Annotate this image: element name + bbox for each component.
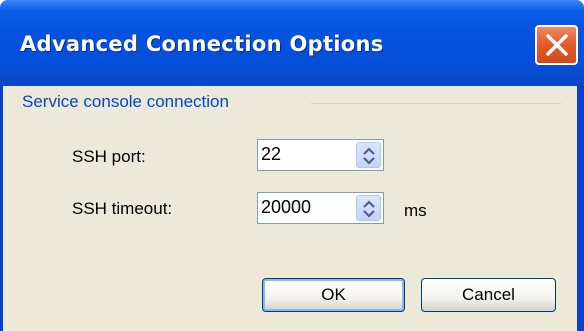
ssh-port-value[interactable]: 22 <box>261 144 281 165</box>
close-button[interactable] <box>535 25 578 65</box>
ssh-port-spin-button[interactable] <box>356 142 381 168</box>
ssh-timeout-stepper[interactable]: 20000 <box>257 192 384 224</box>
group-divider <box>311 103 561 104</box>
ssh-port-label: SSH port: <box>72 147 146 166</box>
close-x-icon <box>546 34 568 56</box>
ssh-port-stepper[interactable]: 22 <box>257 139 384 171</box>
cancel-button[interactable]: Cancel <box>421 278 556 312</box>
up-down-arrows-icon <box>363 147 375 165</box>
ssh-timeout-label: SSH timeout: <box>72 199 173 218</box>
dialog-title: Advanced Connection Options <box>20 32 384 56</box>
ssh-timeout-unit: ms <box>404 201 427 220</box>
ssh-timeout-spin-button[interactable] <box>356 195 381 221</box>
title-bar[interactable]: Advanced Connection Options <box>0 0 584 86</box>
up-down-arrows-icon <box>363 200 375 218</box>
ok-button[interactable]: OK <box>262 278 405 312</box>
group-label: Service console connection <box>22 92 229 111</box>
ssh-timeout-value[interactable]: 20000 <box>261 197 311 218</box>
dialog-window: Advanced Connection Options Service cons… <box>0 0 584 331</box>
